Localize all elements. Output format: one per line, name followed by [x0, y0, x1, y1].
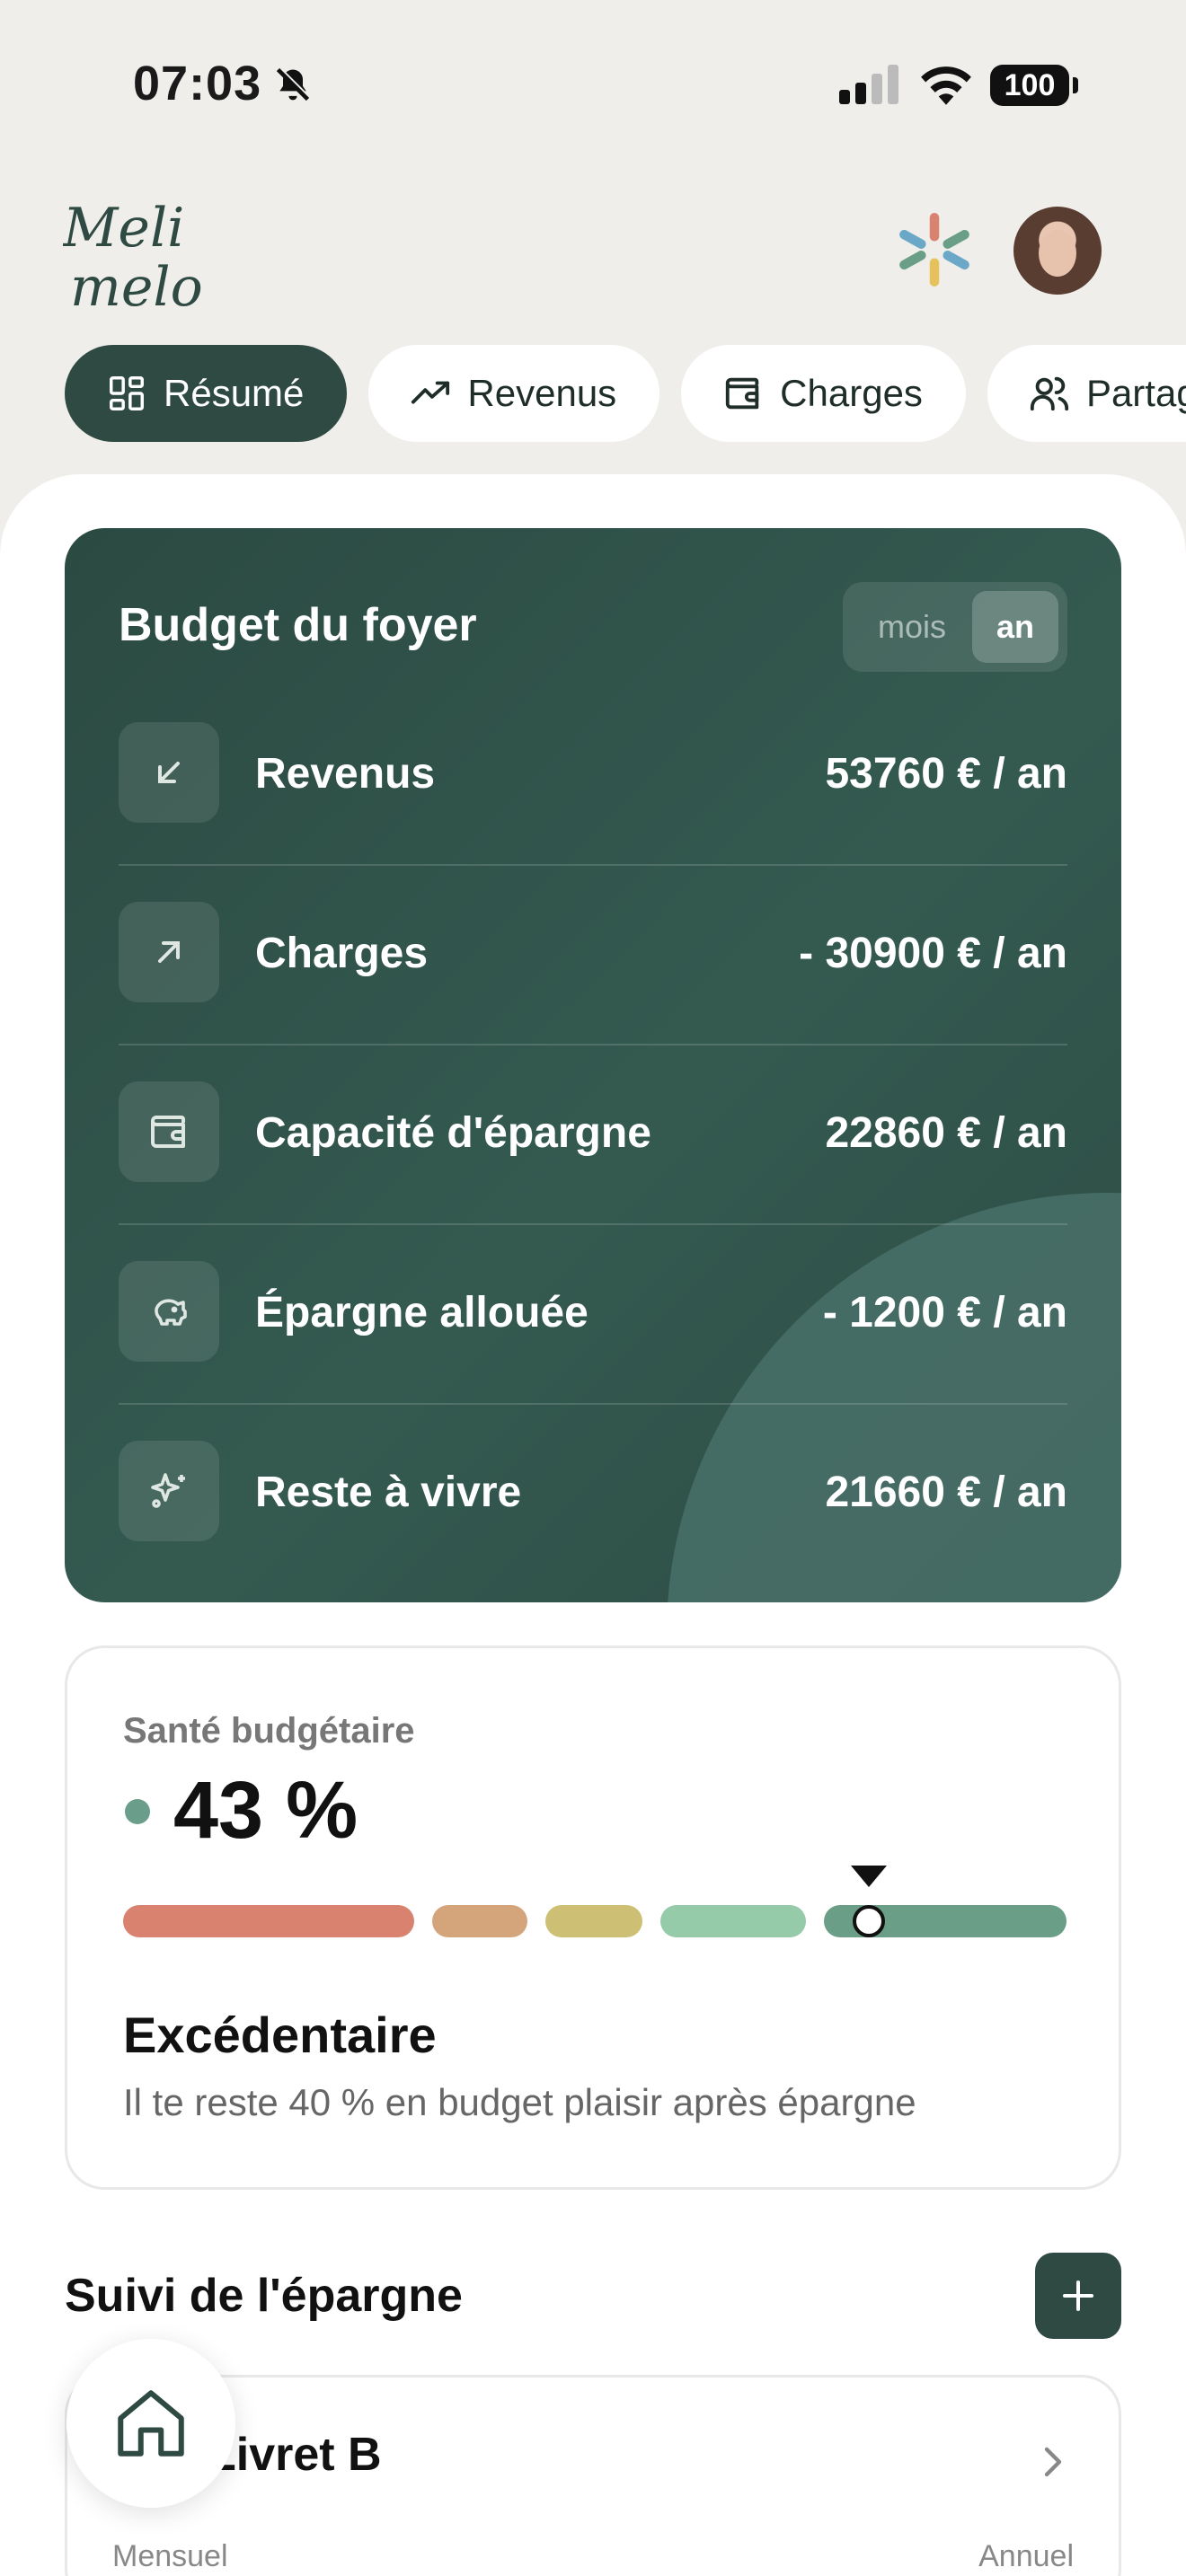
health-status: Excédentaire — [123, 2007, 437, 2063]
health-gauge — [123, 1866, 1067, 1941]
users-icon — [1030, 376, 1069, 411]
tab-label: Charges — [780, 372, 923, 414]
row-value: 22860 € / an — [825, 1109, 1067, 1157]
arrow-up-right-icon — [158, 941, 180, 963]
tab-label: Résumé — [164, 372, 305, 414]
section-tabs: Résumé Revenus Charges Partag — [65, 345, 1186, 442]
piggy-bank-icon — [155, 1299, 187, 1326]
home-button[interactable] — [66, 2339, 235, 2508]
logo-line-2: melo — [70, 256, 203, 316]
gauge-segment — [123, 1905, 414, 1937]
battery-indicator: 100 — [990, 65, 1078, 106]
wallet-icon — [151, 1116, 185, 1148]
savings-annual-label: Annuel — [978, 2539, 1074, 2573]
row-label: Reste à vivre — [255, 1469, 522, 1516]
budget-row-epargne[interactable]: Épargne allouée - 1200 € / an — [119, 1225, 1067, 1405]
tab-revenus[interactable]: Revenus — [368, 345, 660, 442]
home-icon — [118, 2390, 184, 2457]
health-percent: 43 % — [173, 1766, 358, 1856]
health-label: Santé budgétaire — [123, 1711, 415, 1751]
period-toggle: mois an — [843, 582, 1067, 672]
gauge-marker — [850, 1866, 887, 1937]
cellular-signal-icon — [839, 65, 898, 104]
meli-melo-logo: Meli melo — [63, 197, 203, 316]
period-option-mois[interactable]: mois — [852, 591, 972, 663]
spark-icon[interactable] — [897, 212, 972, 287]
budget-row-charges[interactable]: Charges - 30900 € / an — [119, 866, 1067, 1045]
row-icon-box — [119, 902, 219, 1002]
row-label: Épargne allouée — [255, 1289, 589, 1337]
row-value: - 1200 € / an — [822, 1289, 1067, 1337]
gauge-segment — [432, 1905, 527, 1937]
wifi-icon — [921, 66, 971, 105]
budget-row-reste[interactable]: Reste à vivre 21660 € / an — [119, 1405, 1067, 1584]
budget-health-card[interactable]: Santé budgétaire 43 % Excédentaire Il te… — [65, 1645, 1121, 2190]
gauge-segment — [660, 1905, 806, 1937]
plus-icon — [1063, 2280, 1093, 2311]
row-label: Revenus — [255, 750, 436, 798]
tab-charges[interactable]: Charges — [681, 345, 966, 442]
wallet-icon — [726, 377, 759, 410]
grid-icon — [110, 376, 144, 410]
savings-monthly-label: Mensuel — [112, 2539, 228, 2573]
row-icon-box — [119, 722, 219, 823]
bell-slash-icon — [276, 67, 311, 101]
row-icon-box — [119, 1081, 219, 1182]
battery-level: 100 — [990, 65, 1069, 106]
row-label: Capacité d'épargne — [255, 1109, 651, 1157]
row-icon-box — [119, 1261, 219, 1362]
status-time: 07:03 — [133, 57, 262, 110]
row-label: Charges — [255, 930, 429, 977]
battery-tip — [1073, 77, 1078, 93]
tab-partage[interactable]: Partag — [987, 345, 1186, 442]
logo-line-1: Meli — [63, 197, 184, 260]
budget-row-capacite[interactable]: Capacité d'épargne 22860 € / an — [119, 1045, 1067, 1225]
budget-title: Budget du foyer — [119, 599, 477, 651]
trend-up-icon — [412, 381, 450, 404]
gauge-segment — [545, 1905, 642, 1937]
tab-resume[interactable]: Résumé — [65, 345, 348, 442]
sparkles-icon — [151, 1473, 185, 1508]
user-avatar[interactable] — [1013, 207, 1102, 295]
period-option-an[interactable]: an — [972, 591, 1058, 663]
status-dot — [125, 1799, 150, 1824]
row-value: 21660 € / an — [825, 1469, 1067, 1516]
tab-label: Partag — [1085, 372, 1186, 414]
status-bar: 07:03 100 — [0, 0, 1186, 171]
arrow-down-left-icon — [158, 762, 180, 783]
health-description: Il te reste 40 % en budget plaisir après… — [123, 2081, 916, 2123]
add-savings-button[interactable] — [1035, 2253, 1121, 2339]
savings-section-title: Suivi de l'épargne — [65, 2270, 463, 2322]
tab-label: Revenus — [467, 372, 617, 414]
row-icon-box — [119, 1441, 219, 1541]
row-value: 53760 € / an — [825, 750, 1067, 798]
chevron-right-icon — [1044, 2447, 1062, 2477]
row-value: - 30900 € / an — [799, 930, 1067, 977]
budget-row-revenus[interactable]: Revenus 53760 € / an — [119, 686, 1067, 866]
budget-card: Budget du foyer mois an Revenus 53760 € … — [65, 528, 1121, 1602]
